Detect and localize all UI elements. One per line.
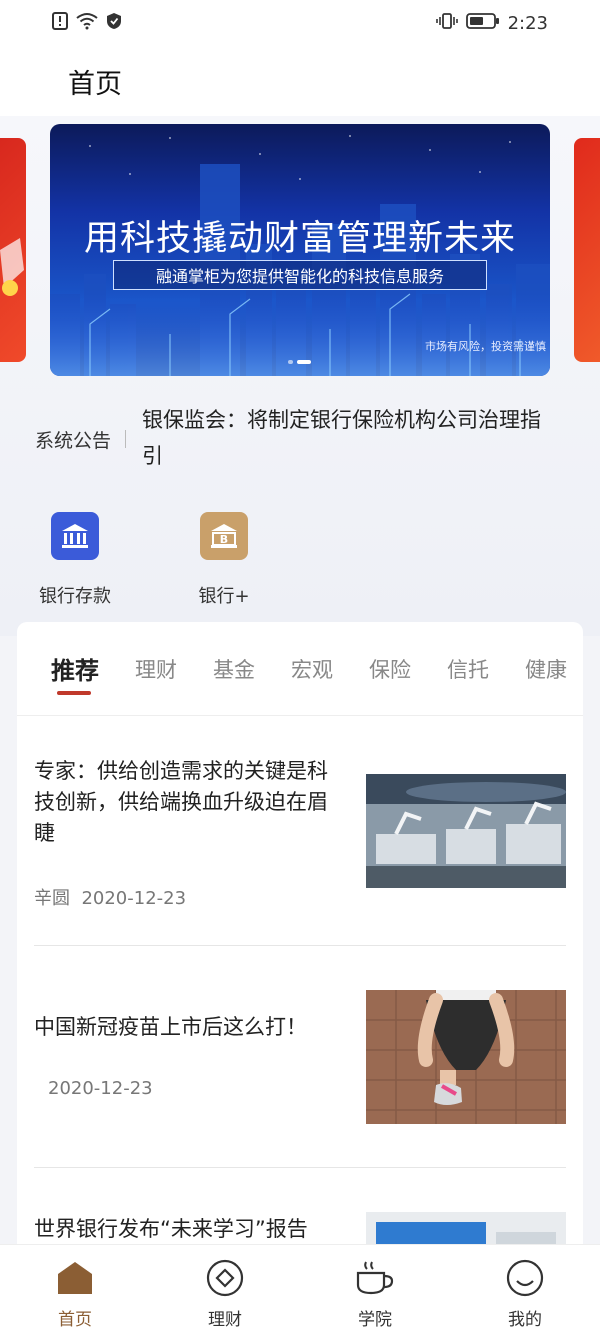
finance-icon <box>150 1259 300 1297</box>
quick-action-bank-deposit[interactable]: 银行存款 <box>25 512 125 608</box>
page-title: 首页 <box>68 68 122 100</box>
banner-subtitle: 融通掌柜为您提供智能化的科技信息服务 <box>113 260 487 290</box>
quick-action-bank-plus[interactable]: B 银行+ <box>174 512 274 608</box>
tabbar-finance[interactable]: 理财 <box>150 1245 300 1333</box>
carousel-indicator <box>288 360 311 364</box>
tab-insurance[interactable]: 保险 <box>369 654 411 684</box>
quick-actions: 银行存款 B 银行+ <box>0 512 600 612</box>
article-item[interactable]: 中国新冠疫苗上市后这么打！ 2020-12-23 <box>34 946 566 1168</box>
status-time: 2:23 <box>507 12 548 34</box>
notice-divider <box>125 430 127 448</box>
battery-icon <box>465 12 500 35</box>
article-meta: 辛圆 2020-12-23 <box>34 884 186 910</box>
coffee-cup-icon <box>300 1259 450 1297</box>
home-icon <box>0 1259 150 1297</box>
banner-carousel[interactable]: 用科技撬动财富管理新未来 融通掌柜为您提供智能化的科技信息服务 市场有风险，投资… <box>0 124 600 376</box>
tabbar-label: 学院 <box>358 1310 392 1330</box>
carousel-dot-active <box>297 360 311 364</box>
shield-icon <box>106 12 122 35</box>
bottom-tab-bar: 首页 理财 学院 我的 <box>0 1244 600 1333</box>
tabbar-label: 我的 <box>508 1310 542 1330</box>
factory-robots-image[interactable] <box>366 774 566 888</box>
tabbar-academy[interactable]: 学院 <box>300 1245 450 1333</box>
banner-slide[interactable]: 用科技撬动财富管理新未来 融通掌柜为您提供智能化的科技信息服务 市场有风险，投资… <box>50 124 550 376</box>
sim-alert-icon <box>52 11 68 35</box>
banner-risk-notice: 市场有风险，投资需谨慎 <box>425 340 546 353</box>
article-title[interactable]: 中国新冠疫苗上市后这么打！ <box>34 1012 344 1043</box>
quick-action-label: 银行+ <box>198 586 250 607</box>
tab-fund[interactable]: 基金 <box>213 654 255 684</box>
status-left-icons <box>52 11 122 35</box>
smiley-user-icon <box>450 1259 600 1297</box>
tabbar-label: 理财 <box>208 1310 242 1330</box>
banner-prev-peek[interactable] <box>0 138 26 362</box>
tab-health[interactable]: 健康 <box>525 654 567 684</box>
article-item[interactable]: 专家：供给创造需求的关键是科技创新，供给端换血升级迫在眉睫 辛圆 2020-12… <box>34 716 566 946</box>
tab-macro[interactable]: 宏观 <box>291 654 333 684</box>
tab-trust[interactable]: 信托 <box>447 654 489 684</box>
status-bar: 2:23 <box>0 0 600 46</box>
notice-label: 系统公告 <box>35 430 112 452</box>
system-notice[interactable]: 系统公告 银保监会：将制定银行保险机构公司治理指引 <box>35 402 565 474</box>
article-title[interactable]: 世界银行发布“未来学习”报告 <box>34 1214 354 1245</box>
carousel-dot <box>288 360 293 364</box>
svg-text:B: B <box>220 533 228 546</box>
wifi-icon <box>76 12 98 35</box>
article-title[interactable]: 专家：供给创造需求的关键是科技创新，供给端换血升级迫在眉睫 <box>34 756 344 849</box>
article-date: 2020-12-23 <box>48 1078 153 1099</box>
article-author: 辛圆 <box>34 888 70 909</box>
news-card: 推荐 理财 基金 宏观 保险 信托 健康 专家：供给创造需求的关键是科技创新，供… <box>17 622 583 1262</box>
notice-text[interactable]: 银保监会：将制定银行保险机构公司治理指引 <box>142 402 542 474</box>
status-right-icons: 2:23 <box>435 12 548 35</box>
quick-action-label: 银行存款 <box>39 586 111 607</box>
article-date: 2020-12-23 <box>81 888 187 909</box>
tab-finance[interactable]: 理财 <box>135 654 177 684</box>
banner-next-peek[interactable] <box>574 138 600 362</box>
tabbar-label: 首页 <box>58 1310 92 1330</box>
tabbar-mine[interactable]: 我的 <box>450 1245 600 1333</box>
page-header: 首页 <box>0 46 600 116</box>
vibrate-icon <box>435 12 458 35</box>
tab-recommend[interactable]: 推荐 <box>51 651 99 695</box>
banner-title: 用科技撬动财富管理新未来 <box>83 219 516 259</box>
tabbar-home[interactable]: 首页 <box>0 1245 150 1333</box>
bank-icon <box>51 512 99 560</box>
bank-plus-icon: B <box>200 512 248 560</box>
article-meta: 2020-12-23 <box>48 1078 153 1099</box>
category-tabs: 推荐 理财 基金 宏观 保险 信托 健康 <box>17 622 583 716</box>
tying-shoes-image[interactable] <box>366 990 566 1124</box>
